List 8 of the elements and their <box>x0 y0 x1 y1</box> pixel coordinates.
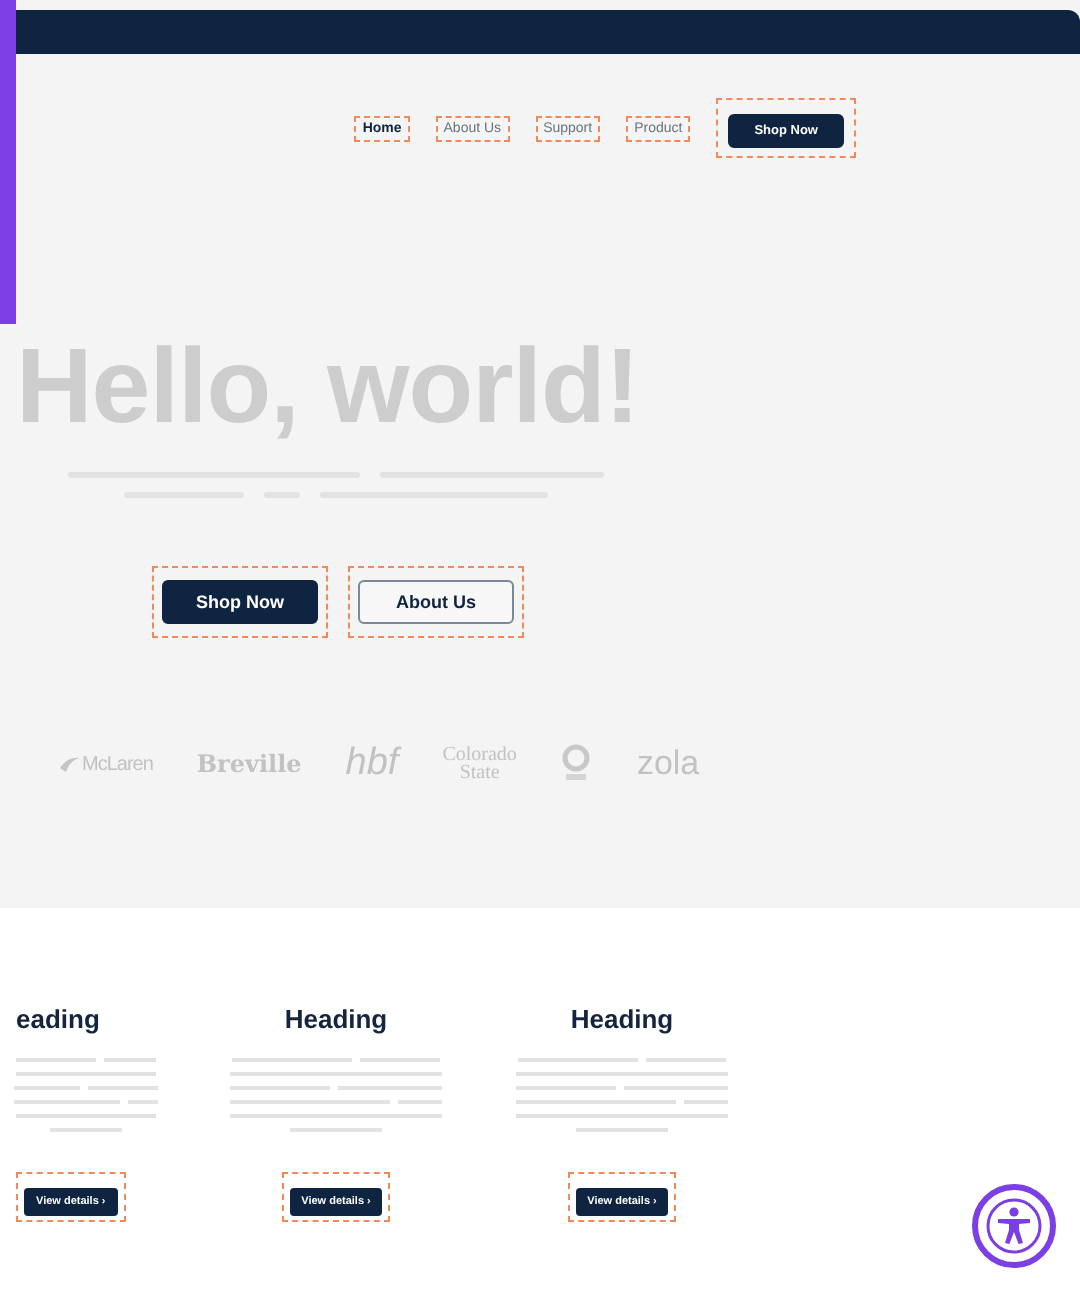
person-icon <box>984 1196 1044 1256</box>
ring-logo-icon <box>560 744 593 784</box>
swoosh-icon <box>60 756 80 772</box>
shop-now-button[interactable]: Shop Now <box>162 580 318 624</box>
about-us-button[interactable]: About Us <box>358 580 514 624</box>
card-heading: eading <box>16 1004 100 1034</box>
card-heading: Heading <box>284 1004 388 1034</box>
card-heading: Heading <box>570 1004 674 1034</box>
